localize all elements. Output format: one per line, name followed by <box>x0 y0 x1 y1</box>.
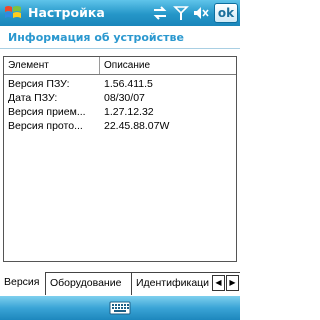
bottom-bar <box>0 296 240 320</box>
connectivity-icon[interactable] <box>152 5 168 21</box>
app-title: Настройка <box>28 5 105 20</box>
item-name: Дата ПЗУ: <box>8 92 58 104</box>
tab-version[interactable]: Версия <box>0 272 46 295</box>
item-name: Версия прото... <box>8 120 83 132</box>
tab-scroll-right-button[interactable]: ▶ <box>226 275 239 291</box>
header-divider <box>0 48 240 49</box>
windows-flag-icon[interactable] <box>3 3 23 23</box>
item-value: 22.45.88.07W <box>104 120 170 132</box>
item-name: Версия ПЗУ: <box>8 78 70 90</box>
list-item[interactable]: Версия ПЗУ: 1.56.411.5 <box>4 77 236 91</box>
list-item[interactable]: Версия прием... 1.27.12.32 <box>4 105 236 119</box>
signal-antenna-icon[interactable] <box>173 5 189 21</box>
page-title: Информация об устройстве <box>8 31 184 44</box>
ok-button[interactable]: ok <box>214 3 238 23</box>
item-value: 1.27.12.32 <box>104 106 154 118</box>
device-info-list[interactable]: Элемент Описание Версия ПЗУ: 1.56.411.5 … <box>3 56 237 262</box>
tab-scroll-left-button[interactable]: ◀ <box>212 275 225 291</box>
list-item[interactable]: Версия прото... 22.45.88.07W <box>4 119 236 133</box>
column-header-element[interactable]: Элемент <box>4 57 100 74</box>
volume-muted-icon[interactable] <box>193 5 209 21</box>
keyboard-icon[interactable] <box>109 300 131 316</box>
item-value: 08/30/07 <box>104 92 145 104</box>
tab-identification[interactable]: Идентификаци <box>132 273 210 295</box>
page-header: Информация об устройстве <box>0 26 240 50</box>
list-header: Элемент Описание <box>4 57 236 75</box>
item-value: 1.56.411.5 <box>104 78 153 90</box>
title-bar: Настройка ok <box>0 0 240 26</box>
item-name: Версия прием... <box>8 106 86 118</box>
tab-hardware[interactable]: Оборудование <box>46 273 132 295</box>
tab-strip: Версия Оборудование Идентификаци ◀ ▶ <box>0 272 240 296</box>
list-item[interactable]: Дата ПЗУ: 08/30/07 <box>4 91 236 105</box>
column-header-description[interactable]: Описание <box>100 57 236 74</box>
